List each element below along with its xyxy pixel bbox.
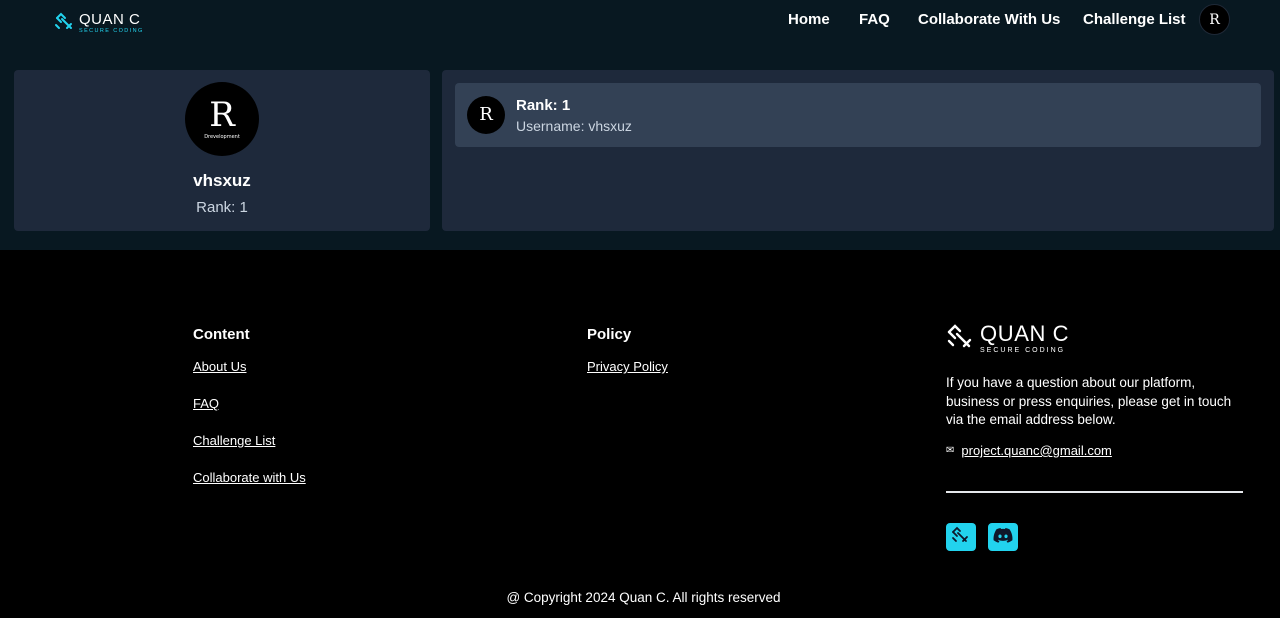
footer-brand-tagline: SECURE CODING <box>980 347 1066 354</box>
user-avatar-menu[interactable]: R <box>1199 4 1230 35</box>
nav-challenge-list[interactable]: Challenge List <box>1083 11 1186 28</box>
profile-avatar-logo-text: R <box>209 95 235 135</box>
footer-email-row: ✉ project.quanc@gmail.com <box>946 443 1112 458</box>
footer-link-challenge-list[interactable]: Challenge List <box>193 433 275 448</box>
mail-icon: ✉ <box>946 445 955 456</box>
profile-card: R Drevelopment vhsxuz Rank: 1 <box>14 70 430 231</box>
social-discord-button[interactable] <box>988 523 1018 551</box>
footer-policy-title: Policy <box>587 326 632 343</box>
leaderboard-avatar: R <box>467 96 505 134</box>
nav-home[interactable]: Home <box>788 11 830 28</box>
leaderboard-row[interactable]: R Rank: 1 Username: vhsxuz <box>455 83 1261 147</box>
footer-content-title: Content <box>193 326 250 343</box>
footer-link-privacy-policy[interactable]: Privacy Policy <box>587 359 668 374</box>
nav-collaborate-with-us[interactable]: Collaborate With Us <box>918 11 1060 28</box>
discord-icon <box>993 527 1013 548</box>
profile-rank: Rank: 1 <box>196 199 248 216</box>
quanc-logo-icon <box>951 526 971 549</box>
quanc-logo-icon <box>946 323 976 354</box>
social-quanc-button[interactable] <box>946 523 976 551</box>
profile-username: vhsxuz <box>193 171 251 190</box>
profile-avatar-logo-sub: Drevelopment <box>204 134 240 140</box>
leaderboard-username: Username: vhsxuz <box>516 118 632 134</box>
footer-brand-name: QUAN C <box>980 321 1070 346</box>
brand-tagline: SECURE CODING <box>79 27 144 34</box>
footer-brand-logo: QUAN C SECURE CODING <box>946 323 1069 354</box>
brand-name: QUAN C <box>79 10 141 28</box>
nav-faq[interactable]: FAQ <box>859 11 890 28</box>
footer-divider <box>946 491 1243 493</box>
footer-contact-text: If you have a question about our platfor… <box>946 375 1232 427</box>
footer-link-collaborate-with-us[interactable]: Collaborate with Us <box>193 470 306 485</box>
footer-link-faq[interactable]: FAQ <box>193 396 219 411</box>
leaderboard-rank: Rank: 1 <box>516 97 571 114</box>
footer-link-about-us[interactable]: About Us <box>193 359 246 374</box>
brand-logo[interactable]: QUAN C SECURE CODING <box>53 10 144 36</box>
leaderboard-avatar-logo-text: R <box>479 104 493 125</box>
quanc-logo-icon <box>53 10 75 37</box>
page-header-section: QUAN C SECURE CODING Home FAQ Collaborat… <box>0 0 1280 250</box>
footer-email-link[interactable]: project.quanc@gmail.com <box>961 443 1111 458</box>
leaderboard-panel: R Rank: 1 Username: vhsxuz <box>442 70 1274 231</box>
avatar-logo-text: R <box>1209 11 1220 28</box>
footer-copyright: @ Copyright 2024 Quan C. All rights rese… <box>506 590 781 605</box>
profile-avatar: R Drevelopment <box>185 82 259 156</box>
